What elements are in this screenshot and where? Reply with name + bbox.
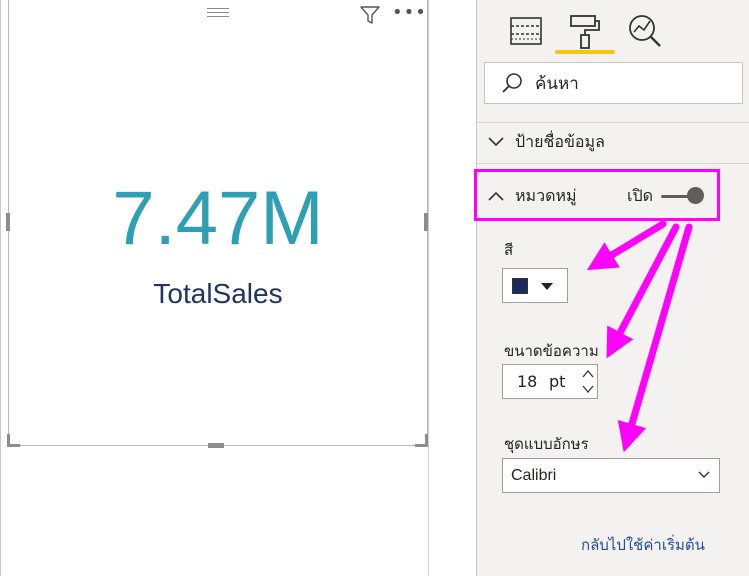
canvas-divider bbox=[428, 0, 429, 576]
analytics-icon[interactable] bbox=[625, 8, 665, 54]
color-label: สี bbox=[504, 241, 514, 259]
revert-to-default-link[interactable]: กลับไปใช้ค่าเริ่มต้น bbox=[581, 533, 705, 557]
section-data-labels[interactable]: ป้ายชื่อข้อมูล bbox=[477, 124, 749, 160]
annotation-highlight-box bbox=[474, 169, 720, 221]
search-icon bbox=[502, 73, 522, 93]
color-picker[interactable] bbox=[502, 268, 568, 303]
search-input[interactable] bbox=[535, 63, 725, 105]
card-visual[interactable]: ••• 7.47M TotalSales bbox=[8, 0, 428, 446]
card-category-label: TotalSales bbox=[153, 278, 283, 309]
fields-icon[interactable] bbox=[507, 8, 547, 54]
divider bbox=[477, 163, 749, 164]
chevron-up-icon[interactable] bbox=[581, 367, 595, 381]
resize-handle-bottom-left[interactable] bbox=[7, 444, 20, 447]
dropdown-arrow-icon bbox=[541, 283, 553, 290]
font-family-label: ชุดแบบอักษร bbox=[504, 435, 589, 453]
resize-handle-left-middle[interactable] bbox=[6, 213, 10, 231]
text-size-stepper[interactable]: 18 pt bbox=[502, 364, 598, 399]
text-size-unit: pt bbox=[549, 372, 566, 391]
filter-icon[interactable] bbox=[359, 4, 381, 26]
resize-handle-bottom-center[interactable] bbox=[208, 443, 224, 448]
active-tab-indicator bbox=[555, 50, 615, 54]
visual-header: ••• bbox=[9, 0, 427, 29]
text-size-value[interactable]: 18 bbox=[517, 365, 537, 398]
search-box[interactable] bbox=[484, 62, 743, 105]
chevron-down-icon[interactable] bbox=[581, 382, 595, 396]
divider bbox=[477, 122, 749, 123]
format-pane: ป้ายชื่อข้อมูล หมวดหมู่ เปิด สี ขนาดข้อค… bbox=[476, 0, 749, 576]
report-canvas: ••• 7.47M TotalSales bbox=[1, 0, 476, 576]
card-value: 7.47M bbox=[112, 176, 324, 261]
text-size-label: ขนาดข้อความ bbox=[504, 342, 599, 360]
section-title: ป้ายชื่อข้อมูล bbox=[515, 132, 605, 151]
color-swatch bbox=[512, 278, 528, 294]
chevron-down-icon bbox=[488, 137, 504, 147]
drag-handle-icon[interactable] bbox=[207, 8, 229, 17]
font-family-select[interactable]: Calibri bbox=[502, 458, 720, 493]
chevron-down-icon bbox=[698, 471, 710, 478]
font-family-value: Calibri bbox=[511, 467, 557, 484]
more-options-icon[interactable]: ••• bbox=[392, 2, 426, 24]
format-paint-roller-icon[interactable] bbox=[565, 8, 605, 54]
